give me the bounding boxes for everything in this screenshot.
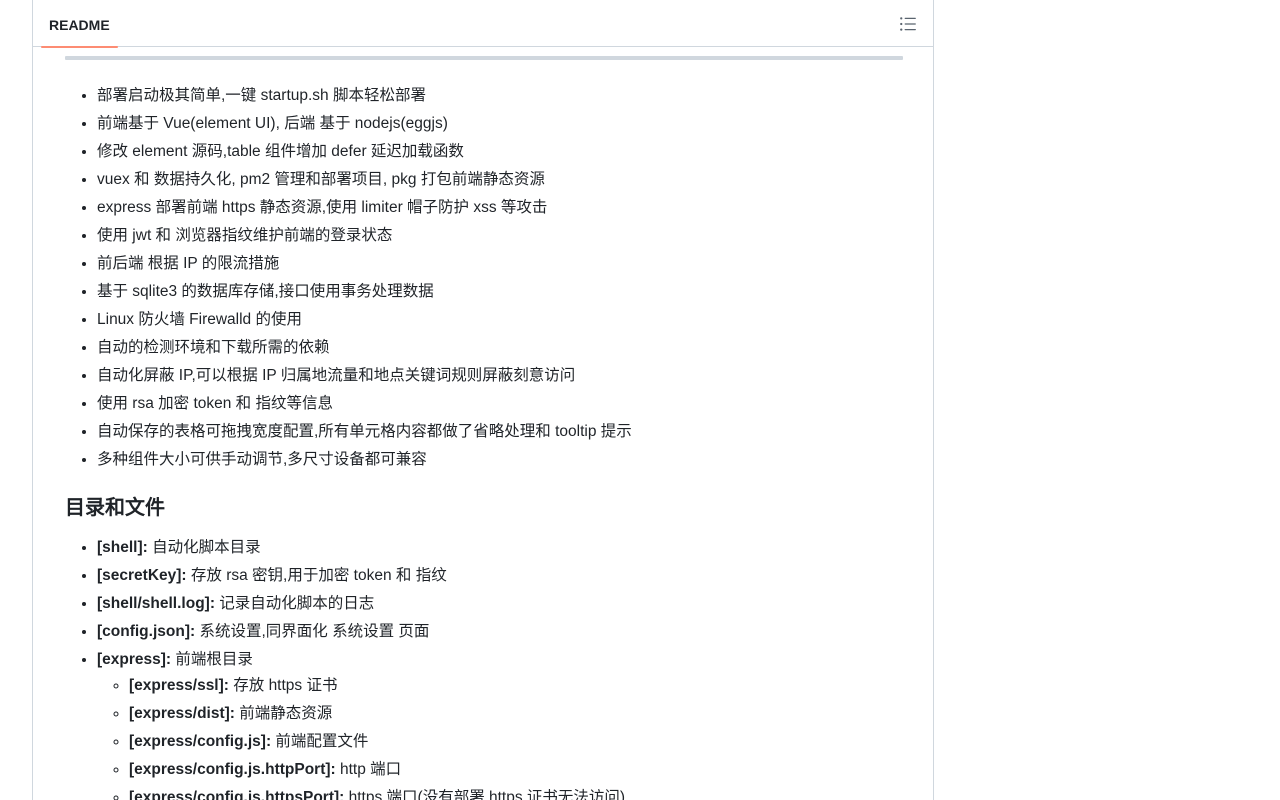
readme-header: README bbox=[33, 0, 933, 48]
section-title-dirs: 目录和文件 bbox=[65, 497, 165, 519]
express-sublist: [express/ssl]: 存放 https 证书 [express/dist… bbox=[97, 672, 903, 800]
sub-dir-item: [express/ssl]: 存放 https 证书 bbox=[129, 672, 903, 700]
readme-tab[interactable]: README bbox=[41, 0, 118, 48]
list-unordered-icon[interactable] bbox=[899, 15, 917, 33]
dir-desc: 自动化脚本目录 bbox=[147, 539, 261, 556]
feature-item: 使用 rsa 加密 token 和 指纹等信息 bbox=[97, 390, 903, 418]
dir-key: [express/config.js]: bbox=[129, 733, 272, 750]
dir-list: [shell]: 自动化脚本目录 [secretKey]: 存放 rsa 密钥,… bbox=[65, 534, 903, 800]
dir-key: [express]: bbox=[97, 651, 172, 668]
dir-desc: 存放 https 证书 bbox=[228, 677, 338, 694]
section-divider bbox=[65, 56, 903, 60]
dir-desc: 前端配置文件 bbox=[271, 733, 369, 750]
feature-item: 前端基于 Vue(element UI), 后端 基于 nodejs(eggjs… bbox=[97, 110, 903, 138]
dir-key: [express/config.js.httpPort]: bbox=[129, 761, 336, 778]
feature-item: 使用 jwt 和 浏览器指纹维护前端的登录状态 bbox=[97, 222, 903, 250]
dir-key: [shell]: bbox=[97, 539, 148, 556]
feature-item: express 部署前端 https 静态资源,使用 limiter 帽子防护 … bbox=[97, 194, 903, 222]
feature-item: Linux 防火墙 Firewalld 的使用 bbox=[97, 306, 903, 334]
feature-item: 修改 element 源码,table 组件增加 defer 延迟加载函数 bbox=[97, 138, 903, 166]
dir-item: [config.json]: 系统设置,同界面化 系统设置 页面 bbox=[97, 618, 903, 646]
sub-dir-item: [express/config.js]: 前端配置文件 bbox=[129, 728, 903, 756]
feature-item: 基于 sqlite3 的数据库存储,接口使用事务处理数据 bbox=[97, 278, 903, 306]
dir-item: [shell/shell.log]: 记录自动化脚本的日志 bbox=[97, 590, 903, 618]
dir-desc: 前端根目录 bbox=[171, 651, 253, 668]
dir-desc: 前端静态资源 bbox=[234, 705, 333, 722]
readme-panel: README 部署启动极其简单,一键 startup.sh 脚本轻松部署 前端基… bbox=[32, 0, 934, 800]
dir-desc: https 端口(没有部署 https 证书无法访问) bbox=[344, 789, 626, 800]
feature-item: 自动的检测环境和下载所需的依赖 bbox=[97, 334, 903, 362]
feature-list: 部署启动极其简单,一键 startup.sh 脚本轻松部署 前端基于 Vue(e… bbox=[65, 82, 903, 474]
dir-desc: http 端口 bbox=[335, 761, 402, 778]
readme-body: 部署启动极其简单,一键 startup.sh 脚本轻松部署 前端基于 Vue(e… bbox=[65, 48, 903, 800]
dir-desc: 记录自动化脚本的日志 bbox=[214, 595, 375, 612]
feature-item: 前后端 根据 IP 的限流措施 bbox=[97, 250, 903, 278]
dir-key: [shell/shell.log]: bbox=[97, 595, 215, 612]
dir-key: [express/dist]: bbox=[129, 705, 235, 722]
dir-key: [express/config.js.httpsPort]: bbox=[129, 789, 345, 800]
feature-item: 自动保存的表格可拖拽宽度配置,所有单元格内容都做了省略处理和 tooltip 提… bbox=[97, 418, 903, 446]
sub-dir-item: [express/config.js.httpPort]: http 端口 bbox=[129, 756, 903, 784]
dir-desc: 存放 rsa 密钥,用于加密 token 和 指纹 bbox=[186, 567, 447, 584]
dir-key: [secretKey]: bbox=[97, 567, 187, 584]
feature-item: vuex 和 数据持久化, pm2 管理和部署项目, pkg 打包前端静态资源 bbox=[97, 166, 903, 194]
dir-key: [config.json]: bbox=[97, 623, 196, 640]
sub-dir-item: [express/dist]: 前端静态资源 bbox=[129, 700, 903, 728]
feature-item: 自动化屏蔽 IP,可以根据 IP 归属地流量和地点关键词规则屏蔽刻意访问 bbox=[97, 362, 903, 390]
dir-key: [express/ssl]: bbox=[129, 677, 229, 694]
dir-item: [shell]: 自动化脚本目录 bbox=[97, 534, 903, 562]
dir-desc: 系统设置,同界面化 系统设置 页面 bbox=[195, 623, 430, 640]
dir-item: [secretKey]: 存放 rsa 密钥,用于加密 token 和 指纹 bbox=[97, 562, 903, 590]
feature-item: 多种组件大小可供手动调节,多尺寸设备都可兼容 bbox=[97, 446, 903, 474]
dir-item: [express]: 前端根目录 [express/ssl]: 存放 https… bbox=[97, 646, 903, 800]
feature-item: 部署启动极其简单,一键 startup.sh 脚本轻松部署 bbox=[97, 82, 903, 110]
sub-dir-item: [express/config.js.httpsPort]: https 端口(… bbox=[129, 784, 903, 800]
